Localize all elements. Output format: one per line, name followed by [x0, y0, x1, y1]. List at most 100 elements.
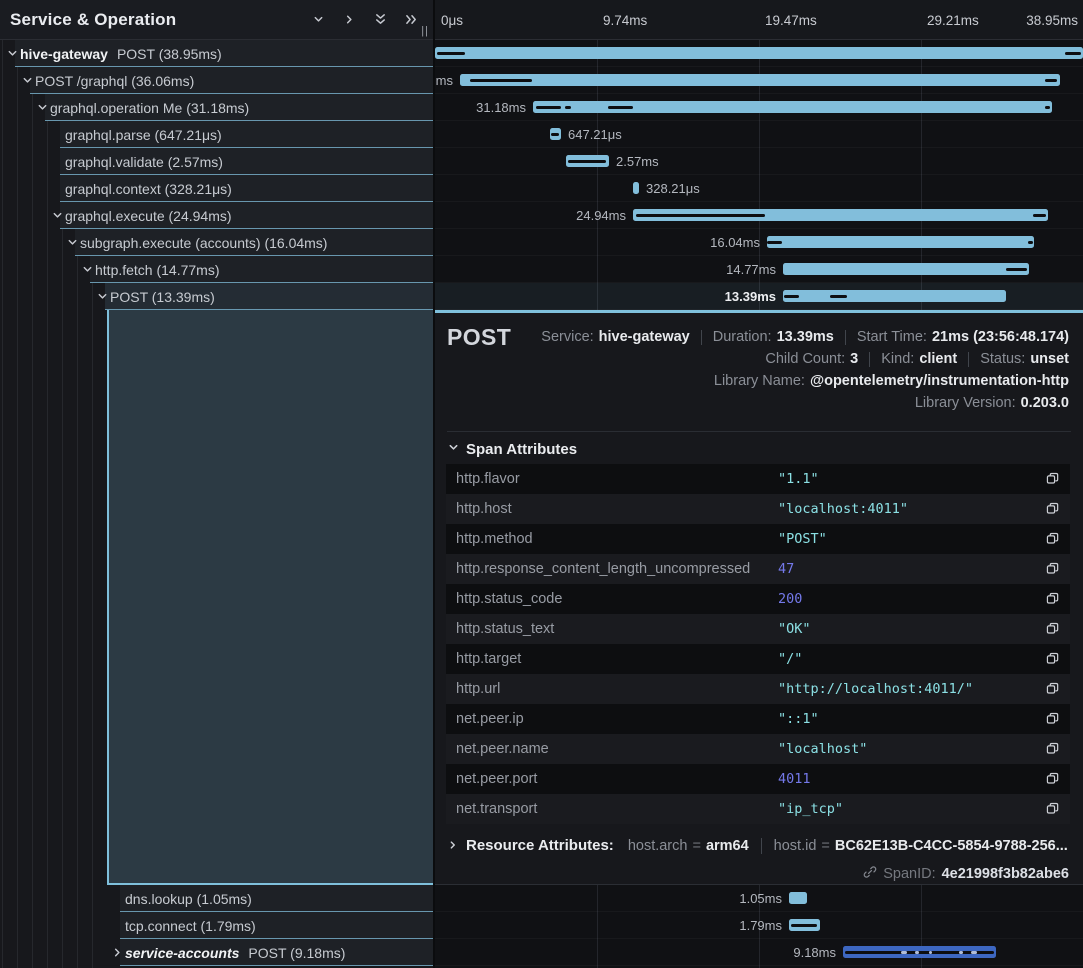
attribute-key: http.host [456, 501, 778, 517]
copy-icon[interactable] [1044, 681, 1060, 697]
span-row-tree-cell: dns.lookup (1.05ms) [0, 885, 435, 912]
span-row[interactable]: POST /graphql (36.06ms)36.06ms [0, 67, 1083, 94]
span-row[interactable]: graphql.operation Me (31.18ms)31.18ms [0, 94, 1083, 121]
copy-icon[interactable] [1044, 771, 1060, 787]
operation-name: graphql.execute (24.94ms) [65, 208, 232, 224]
span-row[interactable]: graphql.validate (2.57ms) 2.57ms [0, 148, 1083, 175]
span-row-label-group: POST (13.39ms) [0, 283, 435, 310]
chevron-right-icon[interactable] [340, 11, 358, 29]
resource-attributes-pairs: host.arch=arm64host.id=BC62E13B-C4CC-585… [628, 838, 1068, 854]
span-row[interactable]: graphql.parse (647.21μs)647.21μs [0, 121, 1083, 148]
span-row-label: graphql.execute (24.94ms) [65, 208, 232, 224]
chevron-down-icon[interactable] [6, 48, 18, 60]
self-time-mark [470, 79, 532, 82]
chevron-down-icon[interactable] [66, 237, 78, 249]
span-row-chart-cell: 1.05ms [435, 885, 1083, 912]
span-row-chart-cell: 38.95ms [435, 40, 1083, 67]
span-bar[interactable] [789, 892, 807, 904]
span-row-label: tcp.connect (1.79ms) [125, 918, 256, 934]
attribute-key: http.status_code [456, 591, 778, 607]
span-row-label-group: subgraph.execute (accounts) (16.04ms) [0, 229, 435, 256]
chevron-down-icon[interactable] [36, 102, 48, 114]
span-bar[interactable] [566, 155, 609, 167]
span-row[interactable]: http.fetch (14.77ms)14.77ms [0, 256, 1083, 283]
copy-icon[interactable] [1044, 531, 1060, 547]
timeline-tick-label: 38.95ms [1026, 0, 1083, 40]
chevron-down-icon[interactable] [21, 75, 33, 87]
span-bar[interactable] [460, 74, 1060, 86]
link-icon[interactable] [863, 865, 877, 883]
span-bar[interactable] [533, 101, 1052, 113]
copy-icon[interactable] [1044, 801, 1060, 817]
span-row[interactable]: POST (13.39ms)13.39ms [0, 283, 1083, 310]
chevron-down-icon[interactable] [81, 264, 93, 276]
span-duration-label: 36.06ms [435, 67, 453, 94]
event-mark [971, 951, 977, 954]
copy-icon[interactable] [1044, 711, 1060, 727]
meta-value: 3 [850, 351, 858, 367]
span-duration-label: 328.21μs [646, 175, 700, 202]
pane-divider[interactable] [433, 0, 435, 968]
span-row-chart-cell: 24.94ms [435, 202, 1083, 229]
span-bar[interactable] [633, 209, 1048, 221]
span-row-label: graphql.validate (2.57ms) [65, 154, 223, 170]
panel-divider [447, 431, 1071, 432]
span-bar[interactable] [435, 47, 1083, 59]
meta-label: Library Version: [915, 395, 1016, 411]
copy-icon[interactable] [1044, 651, 1060, 667]
attribute-key: http.method [456, 531, 778, 547]
detail-meta-line: Child Count:3Kind:clientStatus:unset [765, 348, 1069, 370]
span-row[interactable]: graphql.context (328.21μs)328.21μs [0, 175, 1083, 202]
chevron-right-icon[interactable] [111, 947, 123, 959]
span-row[interactable]: subgraph.execute (accounts) (16.04ms)16.… [0, 229, 1083, 256]
column-resize-handle[interactable]: || [421, 25, 429, 37]
span-row[interactable]: tcp.connect (1.79ms)1.79ms [0, 912, 1083, 939]
attribute-value: "http://localhost:4011/" [778, 681, 973, 697]
attribute-key: net.transport [456, 801, 778, 817]
resource-attributes-row[interactable]: Resource Attributes: host.arch=arm64host… [448, 837, 1068, 854]
self-time-mark [791, 924, 817, 927]
attribute-row: http.target"/" [446, 644, 1070, 674]
span-row[interactable]: graphql.execute (24.94ms) 24.94ms [0, 202, 1083, 229]
span-duration-label: 2.57ms [616, 148, 659, 175]
double-chevron-right-icon[interactable] [402, 11, 420, 29]
meta-separator [845, 330, 846, 345]
operation-name: graphql.operation Me (31.18ms) [50, 100, 249, 116]
copy-icon[interactable] [1044, 591, 1060, 607]
meta-value: hive-gateway [599, 329, 690, 345]
chevron-down-icon[interactable] [96, 291, 108, 303]
event-mark [915, 951, 919, 954]
span-attributes-toggle[interactable]: Span Attributes [448, 440, 577, 458]
resource-separator [761, 838, 762, 854]
chevron-down-icon[interactable] [51, 210, 63, 222]
attribute-value: 4011 [778, 771, 811, 787]
span-row-label-group: dns.lookup (1.05ms) [0, 885, 435, 912]
copy-icon[interactable] [1044, 621, 1060, 637]
span-row[interactable]: hive-gatewayPOST (38.95ms)38.95ms [0, 40, 1083, 67]
resource-value: BC62E13B-C4CC-5854-9788-256... [835, 838, 1068, 854]
span-row-label: subgraph.execute (accounts) (16.04ms) [80, 235, 327, 251]
span-bar[interactable] [843, 946, 996, 958]
timeline-header: 0μs9.74ms19.47ms29.21ms38.95ms [435, 0, 1083, 40]
copy-icon[interactable] [1044, 561, 1060, 577]
span-bar[interactable] [783, 290, 1006, 302]
double-chevron-down-icon[interactable] [371, 11, 389, 29]
span-row-label-group: graphql.parse (647.21μs) [0, 121, 435, 148]
copy-icon[interactable] [1044, 741, 1060, 757]
span-row[interactable]: service-accountsPOST (9.18ms)9.18ms [0, 939, 1083, 966]
span-bar[interactable] [633, 182, 639, 194]
copy-icon[interactable] [1044, 501, 1060, 517]
attribute-row: http.status_code200 [446, 584, 1070, 614]
chevron-down-icon[interactable] [309, 11, 327, 29]
span-bar[interactable] [789, 919, 820, 931]
span-row-tree-cell: subgraph.execute (accounts) (16.04ms) [0, 229, 435, 256]
tree-header-title: Service & Operation [10, 10, 176, 30]
span-bar[interactable] [767, 236, 1034, 248]
operation-name: POST (38.95ms) [117, 46, 222, 62]
span-bar[interactable] [550, 128, 561, 140]
span-duration-label: 14.77ms [726, 256, 776, 283]
span-bar[interactable] [783, 263, 1029, 275]
operation-name: POST (9.18ms) [248, 945, 345, 961]
copy-icon[interactable] [1044, 471, 1060, 487]
span-row[interactable]: dns.lookup (1.05ms)1.05ms [0, 885, 1083, 912]
